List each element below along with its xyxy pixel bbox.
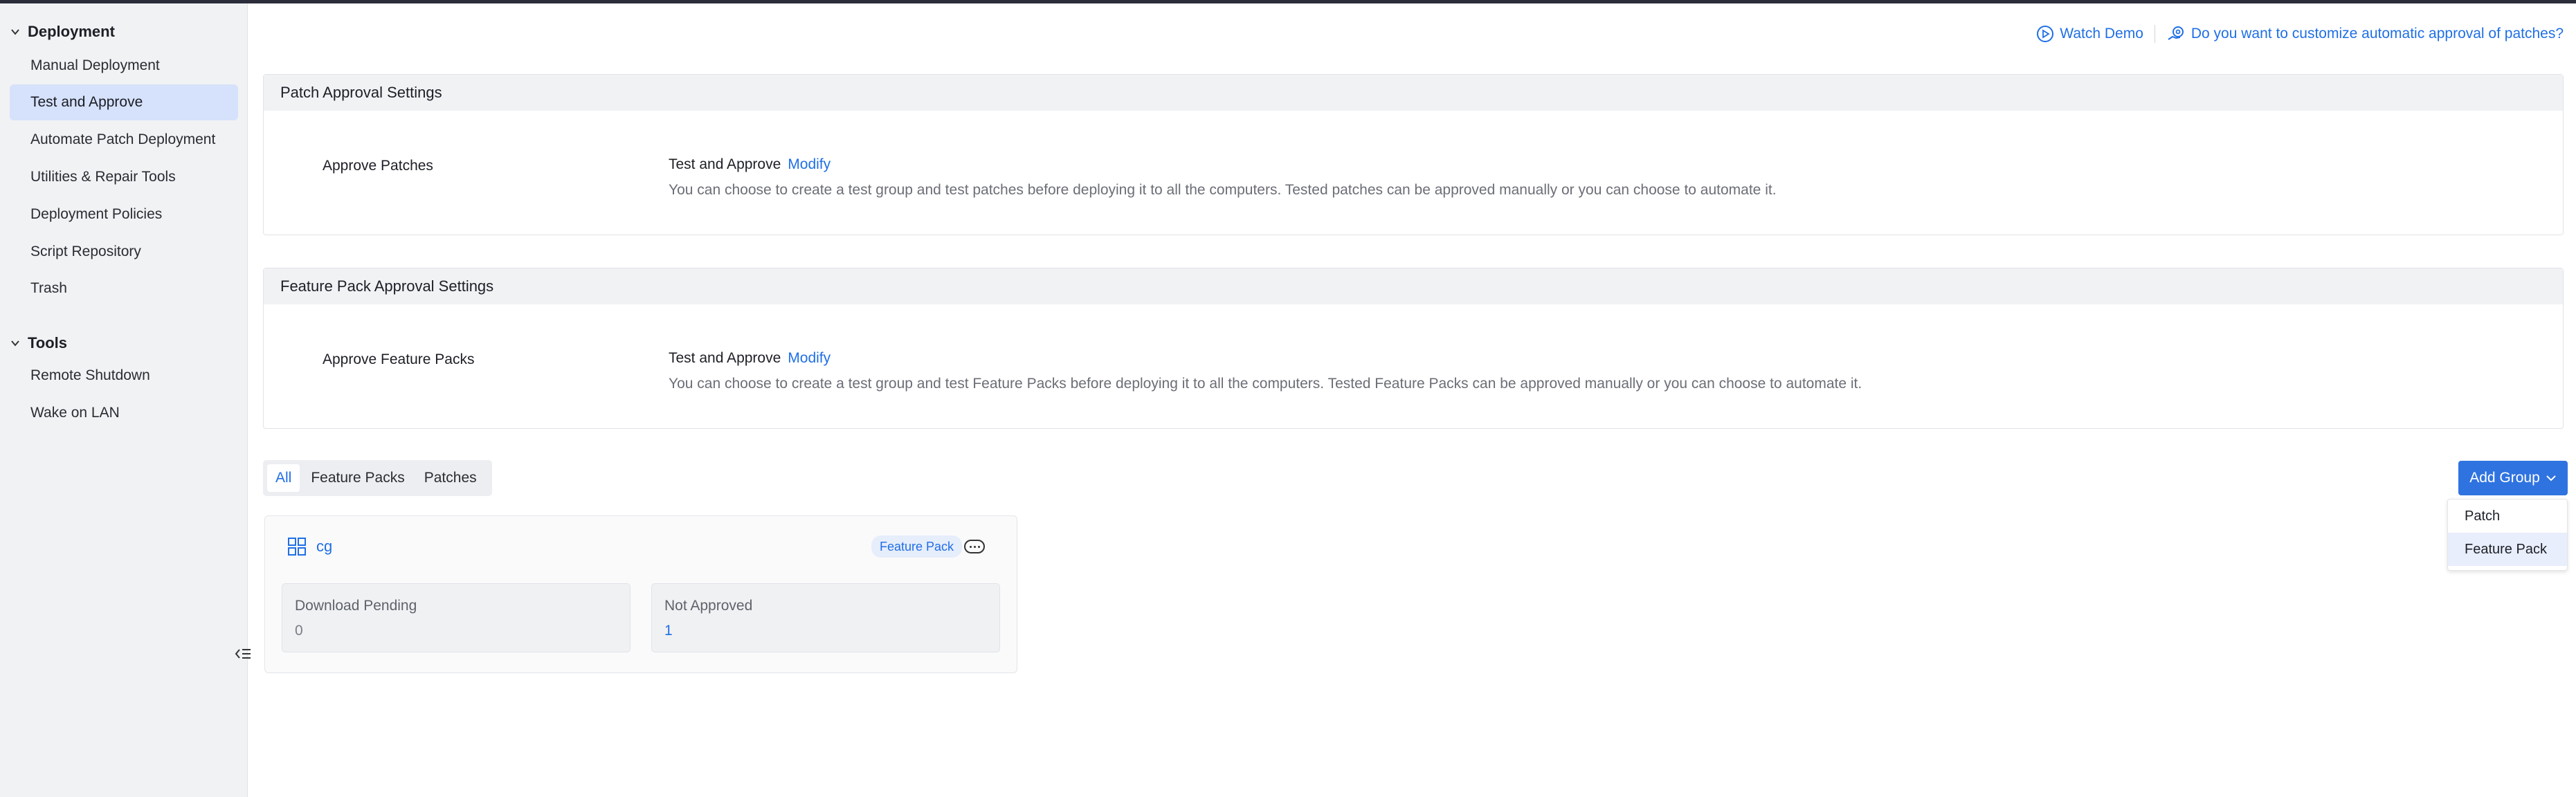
header-links: Watch Demo Do you want to customize auto…	[2036, 24, 2564, 44]
sidebar-item-label: Wake on LAN	[30, 405, 120, 421]
approval-mode-value: Test and Approve	[669, 156, 781, 172]
sidebar-item-wake-on-lan[interactable]: Wake on LAN	[10, 395, 238, 431]
modify-link[interactable]: Modify	[788, 156, 831, 172]
settings-hand-icon	[2168, 26, 2184, 40]
stat-value[interactable]: 1	[664, 623, 673, 639]
sidebar-item-label: Trash	[30, 280, 67, 296]
modify-link[interactable]: Modify	[788, 350, 831, 366]
sidebar-item-label: Automate Patch Deployment	[30, 131, 216, 147]
sidebar-item-script-repository[interactable]: Script Repository	[10, 234, 238, 270]
sidebar-item-automate-patch-deployment[interactable]: Automate Patch Deployment	[10, 122, 238, 158]
approval-mode-value: Test and Approve	[669, 350, 781, 366]
approve-patches-label: Approve Patches	[323, 158, 433, 174]
approval-description: You can choose to create a test group an…	[669, 376, 1862, 392]
watch-demo-label: Watch Demo	[2060, 26, 2143, 42]
sidebar-item-test-and-approve[interactable]: Test and Approve	[10, 84, 238, 120]
add-group-label: Add Group	[2469, 470, 2540, 486]
section-tools[interactable]: Tools	[10, 334, 67, 352]
approve-feature-packs-label: Approve Feature Packs	[323, 351, 475, 367]
sidebar-item-label: Utilities & Repair Tools	[30, 169, 176, 185]
sidebar-item-label: Script Repository	[30, 244, 141, 259]
more-options-icon[interactable]	[964, 540, 985, 553]
approval-mode: Test and Approve Modify	[669, 156, 831, 173]
approval-description: You can choose to create a test group an…	[669, 182, 1777, 198]
tab-feature-packs[interactable]: Feature Packs	[302, 464, 412, 492]
play-circle-icon	[2037, 26, 2054, 42]
chevron-down-icon	[11, 340, 19, 347]
dropdown-option-feature-pack[interactable]: Feature Pack	[2448, 533, 2567, 566]
sidebar-item-manual-deployment[interactable]: Manual Deployment	[10, 48, 238, 84]
group-filter-tabs: All Feature Packs Patches	[263, 460, 492, 496]
group-card[interactable]: cg Feature Pack Download Pending 0 Not A…	[264, 515, 1017, 673]
group-type-badge: Feature Pack	[871, 535, 963, 558]
tab-patches[interactable]: Patches	[416, 464, 485, 492]
stat-value: 0	[295, 623, 303, 639]
download-pending-stat: Download Pending 0	[282, 583, 631, 652]
sidebar-item-label: Remote Shutdown	[30, 367, 150, 383]
feature-pack-approval-panel: Feature Pack Approval Settings Approve F…	[263, 268, 2564, 429]
stat-label: Download Pending	[295, 598, 417, 614]
sidebar-item-label: Deployment Policies	[30, 206, 163, 222]
sidebar-item-utilities-repair-tools[interactable]: Utilities & Repair Tools	[10, 159, 238, 195]
section-title: Tools	[28, 334, 68, 351]
group-icon	[288, 538, 306, 556]
add-group-button[interactable]: Add Group	[2458, 461, 2568, 495]
group-name[interactable]: cg	[287, 537, 332, 556]
main-content: Watch Demo Do you want to customize auto…	[248, 3, 2576, 797]
customize-approval-label: Do you want to customize automatic appro…	[2190, 26, 2564, 42]
dropdown-option-patch[interactable]: Patch	[2448, 500, 2567, 533]
sidebar-item-deployment-policies[interactable]: Deployment Policies	[10, 196, 238, 232]
section-deployment[interactable]: Deployment	[10, 23, 115, 41]
section-title: Deployment	[28, 23, 115, 40]
sidebar-item-remote-shutdown[interactable]: Remote Shutdown	[10, 358, 238, 394]
sidebar-item-label: Test and Approve	[30, 94, 143, 110]
panel-title: Feature Pack Approval Settings	[264, 268, 2563, 304]
watch-demo-link[interactable]: Watch Demo	[2036, 25, 2143, 43]
chevron-down-icon	[2546, 475, 2556, 482]
approval-mode: Test and Approve Modify	[669, 350, 831, 367]
not-approved-stat: Not Approved 1	[651, 583, 1000, 652]
add-group-dropdown: Patch Feature Pack	[2447, 499, 2568, 571]
sidebar-item-label: Manual Deployment	[30, 57, 160, 73]
tab-all[interactable]: All	[267, 464, 300, 492]
sidebar-item-trash[interactable]: Trash	[10, 271, 238, 306]
panel-title: Patch Approval Settings	[264, 75, 2563, 111]
customize-approval-link[interactable]: Do you want to customize automatic appro…	[2166, 24, 2564, 44]
group-name-label: cg	[316, 538, 333, 555]
patch-approval-panel: Patch Approval Settings Approve Patches …	[263, 74, 2564, 235]
sidebar: Deployment Manual Deployment Test and Ap…	[0, 3, 248, 797]
chevron-down-icon	[11, 29, 19, 35]
stat-label: Not Approved	[664, 598, 753, 614]
